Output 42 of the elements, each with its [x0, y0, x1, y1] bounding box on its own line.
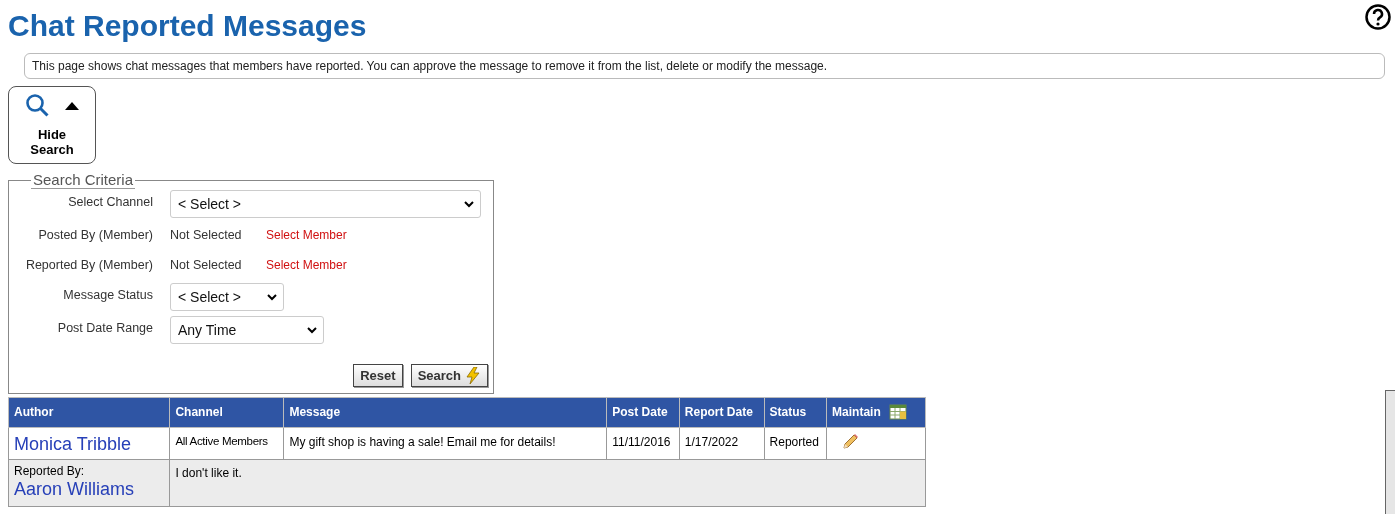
search-icon [25, 93, 51, 119]
panel-legend: Search Criteria [31, 172, 136, 189]
lightning-icon [465, 367, 481, 384]
field-label: Message Status [62, 287, 154, 303]
reported-by-label: Reported By: [14, 464, 86, 478]
spreadsheet-icon[interactable] [888, 404, 907, 420]
page-title: Chat Reported Messages [8, 8, 367, 44]
column-header: Post Date [606, 397, 680, 428]
field-label: Reported By (Member) [24, 257, 154, 273]
table-cell: 1/17/2022 [679, 427, 765, 460]
dropdown-field[interactable]: < Select > [170, 283, 284, 311]
table-cell: 11/11/2016 [606, 427, 680, 460]
chevron-down-icon [267, 293, 277, 301]
column-header: Status [764, 397, 827, 428]
column-header: Maintain [832, 404, 881, 421]
reporter-link[interactable]: Aaron Williams [14, 478, 165, 500]
dropdown-field[interactable]: Any Time [170, 316, 324, 344]
select-member-link[interactable]: Select Member [266, 223, 347, 243]
hide-search-button[interactable]: Hide Search [8, 86, 96, 164]
column-header: Channel [169, 397, 284, 428]
field-label: Posted By (Member) [37, 227, 154, 243]
caret-icon [65, 102, 79, 110]
help-icon[interactable] [1365, 4, 1391, 30]
column-header: Message [283, 397, 607, 428]
table-cell: My gift shop is having a sale! Email me for details! [283, 427, 607, 460]
field-label: Select Channel [67, 194, 154, 210]
field-label: Post Date Range [56, 320, 154, 336]
member-value: Not Selected [170, 227, 243, 243]
pencil-icon[interactable] [841, 433, 860, 451]
report-reason: I don't like it. [169, 459, 926, 507]
chevron-down-icon [464, 200, 474, 208]
info-box: This page shows chat messages that members have reported. You can approve the message to remove it from the list, delete or modify the message. [24, 53, 1385, 79]
reset-button[interactable]: Reset [353, 364, 403, 387]
select-member-link[interactable]: Select Member [266, 253, 347, 273]
search-button[interactable]: Search [410, 364, 488, 387]
column-header: Author [8, 397, 170, 428]
table-cell: All Active Members [169, 427, 284, 460]
table-cell: Reported [764, 427, 827, 460]
dropdown-field[interactable]: < Select > [170, 190, 481, 218]
column-header: Report Date [679, 397, 765, 428]
member-value: Not Selected [170, 257, 243, 273]
chevron-down-icon [307, 326, 317, 334]
